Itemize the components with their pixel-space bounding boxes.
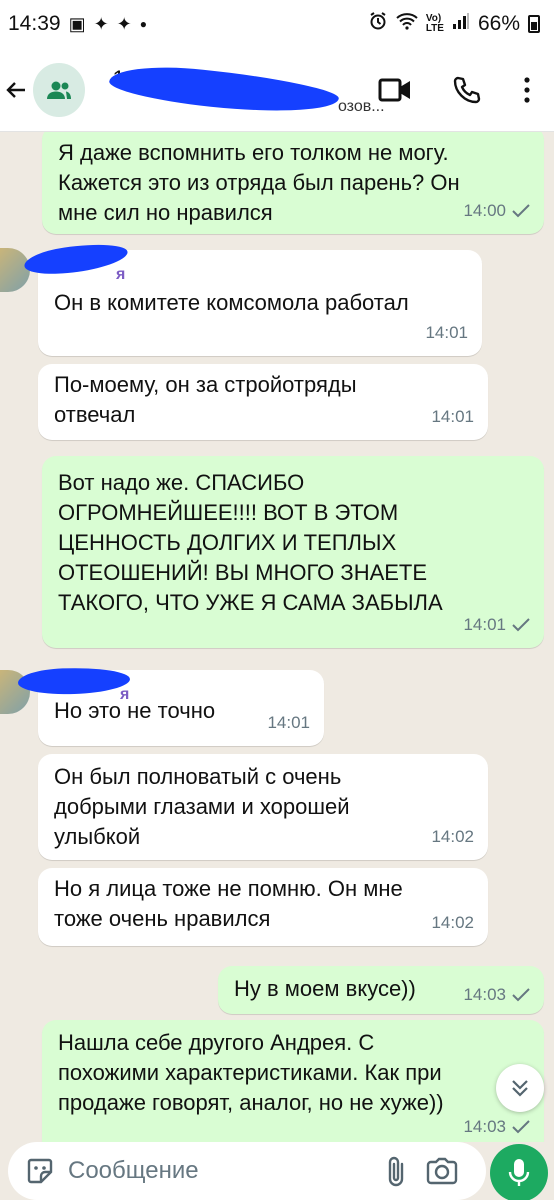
paperclip-icon <box>388 1156 404 1187</box>
message-text: Вот надо же. СПАСИБО ОГРОМНЕЙШЕЕ!!!! ВОТ… <box>58 470 443 615</box>
volte-icon: Vo) LTE <box>425 13 444 34</box>
message-time: 14:01 <box>267 713 310 732</box>
message-time: 14:02 <box>431 827 474 846</box>
sparkle-icon: ✦ <box>116 14 132 34</box>
sender-name: я <box>116 266 126 283</box>
message-time: 14:00 <box>463 201 506 220</box>
chat-title-area[interactable]: 102 люс озов... <box>99 59 385 120</box>
outgoing-message[interactable]: Ну в моем вкусе)) 14:03 <box>218 966 544 1014</box>
outgoing-message[interactable]: Нашла себе другого Андрея. С похожими ха… <box>42 1020 544 1142</box>
sparkle-icon: ✦ <box>93 14 109 34</box>
scroll-to-bottom-button[interactable] <box>496 1064 544 1112</box>
status-time: 14:39 <box>8 12 61 35</box>
gallery-icon: ▣ <box>68 14 86 34</box>
wifi-icon <box>396 12 418 36</box>
message-time: 14:01 <box>425 323 468 342</box>
message-text: По-моему, он за стройотряды отвечал <box>54 372 357 427</box>
sender-avatar[interactable] <box>0 248 30 292</box>
message-text: Но я лица тоже не помню. Он мне тоже оче… <box>54 876 403 931</box>
outgoing-message[interactable]: Вот надо же. СПАСИБО ОГРОМНЕЙШЕЕ!!!! ВОТ… <box>42 456 544 648</box>
battery-percent: 66% <box>477 12 520 35</box>
battery-icon <box>528 15 540 33</box>
group-icon <box>46 81 71 99</box>
redaction-scribble <box>17 666 131 696</box>
message-input[interactable] <box>68 1157 368 1185</box>
message-text: Нашла себе другого Андрея. С похожими ха… <box>58 1030 444 1115</box>
outgoing-message[interactable]: Я даже вспомнить его толком не могу. Каж… <box>42 132 544 234</box>
more-vertical-icon <box>524 76 530 103</box>
incoming-message[interactable]: Он был полноватый с очень добрыми глазам… <box>38 754 488 860</box>
message-text: Он был полноватый с очень добрыми глазам… <box>54 764 350 849</box>
message-text: Я даже вспомнить его толком не могу. Каж… <box>58 140 460 225</box>
group-avatar[interactable] <box>32 62 85 117</box>
dot-icon: ● <box>139 17 148 31</box>
sender-name: я <box>120 686 130 703</box>
sent-check-icon <box>512 988 530 1002</box>
redaction-scribble <box>22 238 130 280</box>
alarm-icon <box>368 11 388 37</box>
status-bar: 14:39 ▣ ✦ ✦ ● Vo) LTE 66% <box>0 0 554 48</box>
message-text: Он в комитете комсомола работал <box>54 290 409 315</box>
sent-check-icon <box>512 1120 530 1134</box>
double-chevron-down-icon <box>512 1080 528 1097</box>
microphone-icon <box>508 1159 530 1186</box>
voice-message-button[interactable] <box>490 1144 548 1200</box>
more-options-button[interactable] <box>520 71 534 109</box>
message-time: 14:03 <box>463 985 506 1004</box>
back-arrow-icon[interactable] <box>4 77 29 103</box>
camera-button[interactable] <box>424 1153 460 1189</box>
incoming-message[interactable]: По-моему, он за стройотряды отвечал 14:0… <box>38 364 488 440</box>
attach-button[interactable] <box>378 1153 414 1189</box>
message-time: 14:01 <box>463 615 506 634</box>
message-composer <box>0 1142 554 1200</box>
sticker-icon <box>27 1158 53 1184</box>
chat-header: 102 люс озов... <box>0 48 554 132</box>
sent-check-icon <box>512 618 530 632</box>
incoming-message[interactable]: я Но это не точно 14:01 <box>17 666 324 746</box>
voice-call-icon <box>453 76 481 103</box>
message-input-container[interactable] <box>8 1142 486 1200</box>
sticker-button[interactable] <box>22 1153 58 1189</box>
sender-name-row[interactable]: я <box>17 666 308 703</box>
message-time: 14:02 <box>431 913 474 932</box>
incoming-message[interactable]: Но я лица тоже не помню. Он мне тоже оче… <box>38 868 488 946</box>
message-time: 14:01 <box>431 407 474 426</box>
sender-name-row[interactable]: я <box>22 238 466 283</box>
signal-icon <box>452 12 470 36</box>
message-time: 14:03 <box>463 1117 506 1136</box>
sent-check-icon <box>512 204 530 218</box>
camera-icon <box>426 1157 458 1185</box>
voice-call-button[interactable] <box>448 71 486 109</box>
incoming-message[interactable]: я Он в комитете комсомола работал 14:01 <box>22 238 482 356</box>
message-list[interactable]: Я даже вспомнить его толком не могу. Каж… <box>0 132 554 1142</box>
